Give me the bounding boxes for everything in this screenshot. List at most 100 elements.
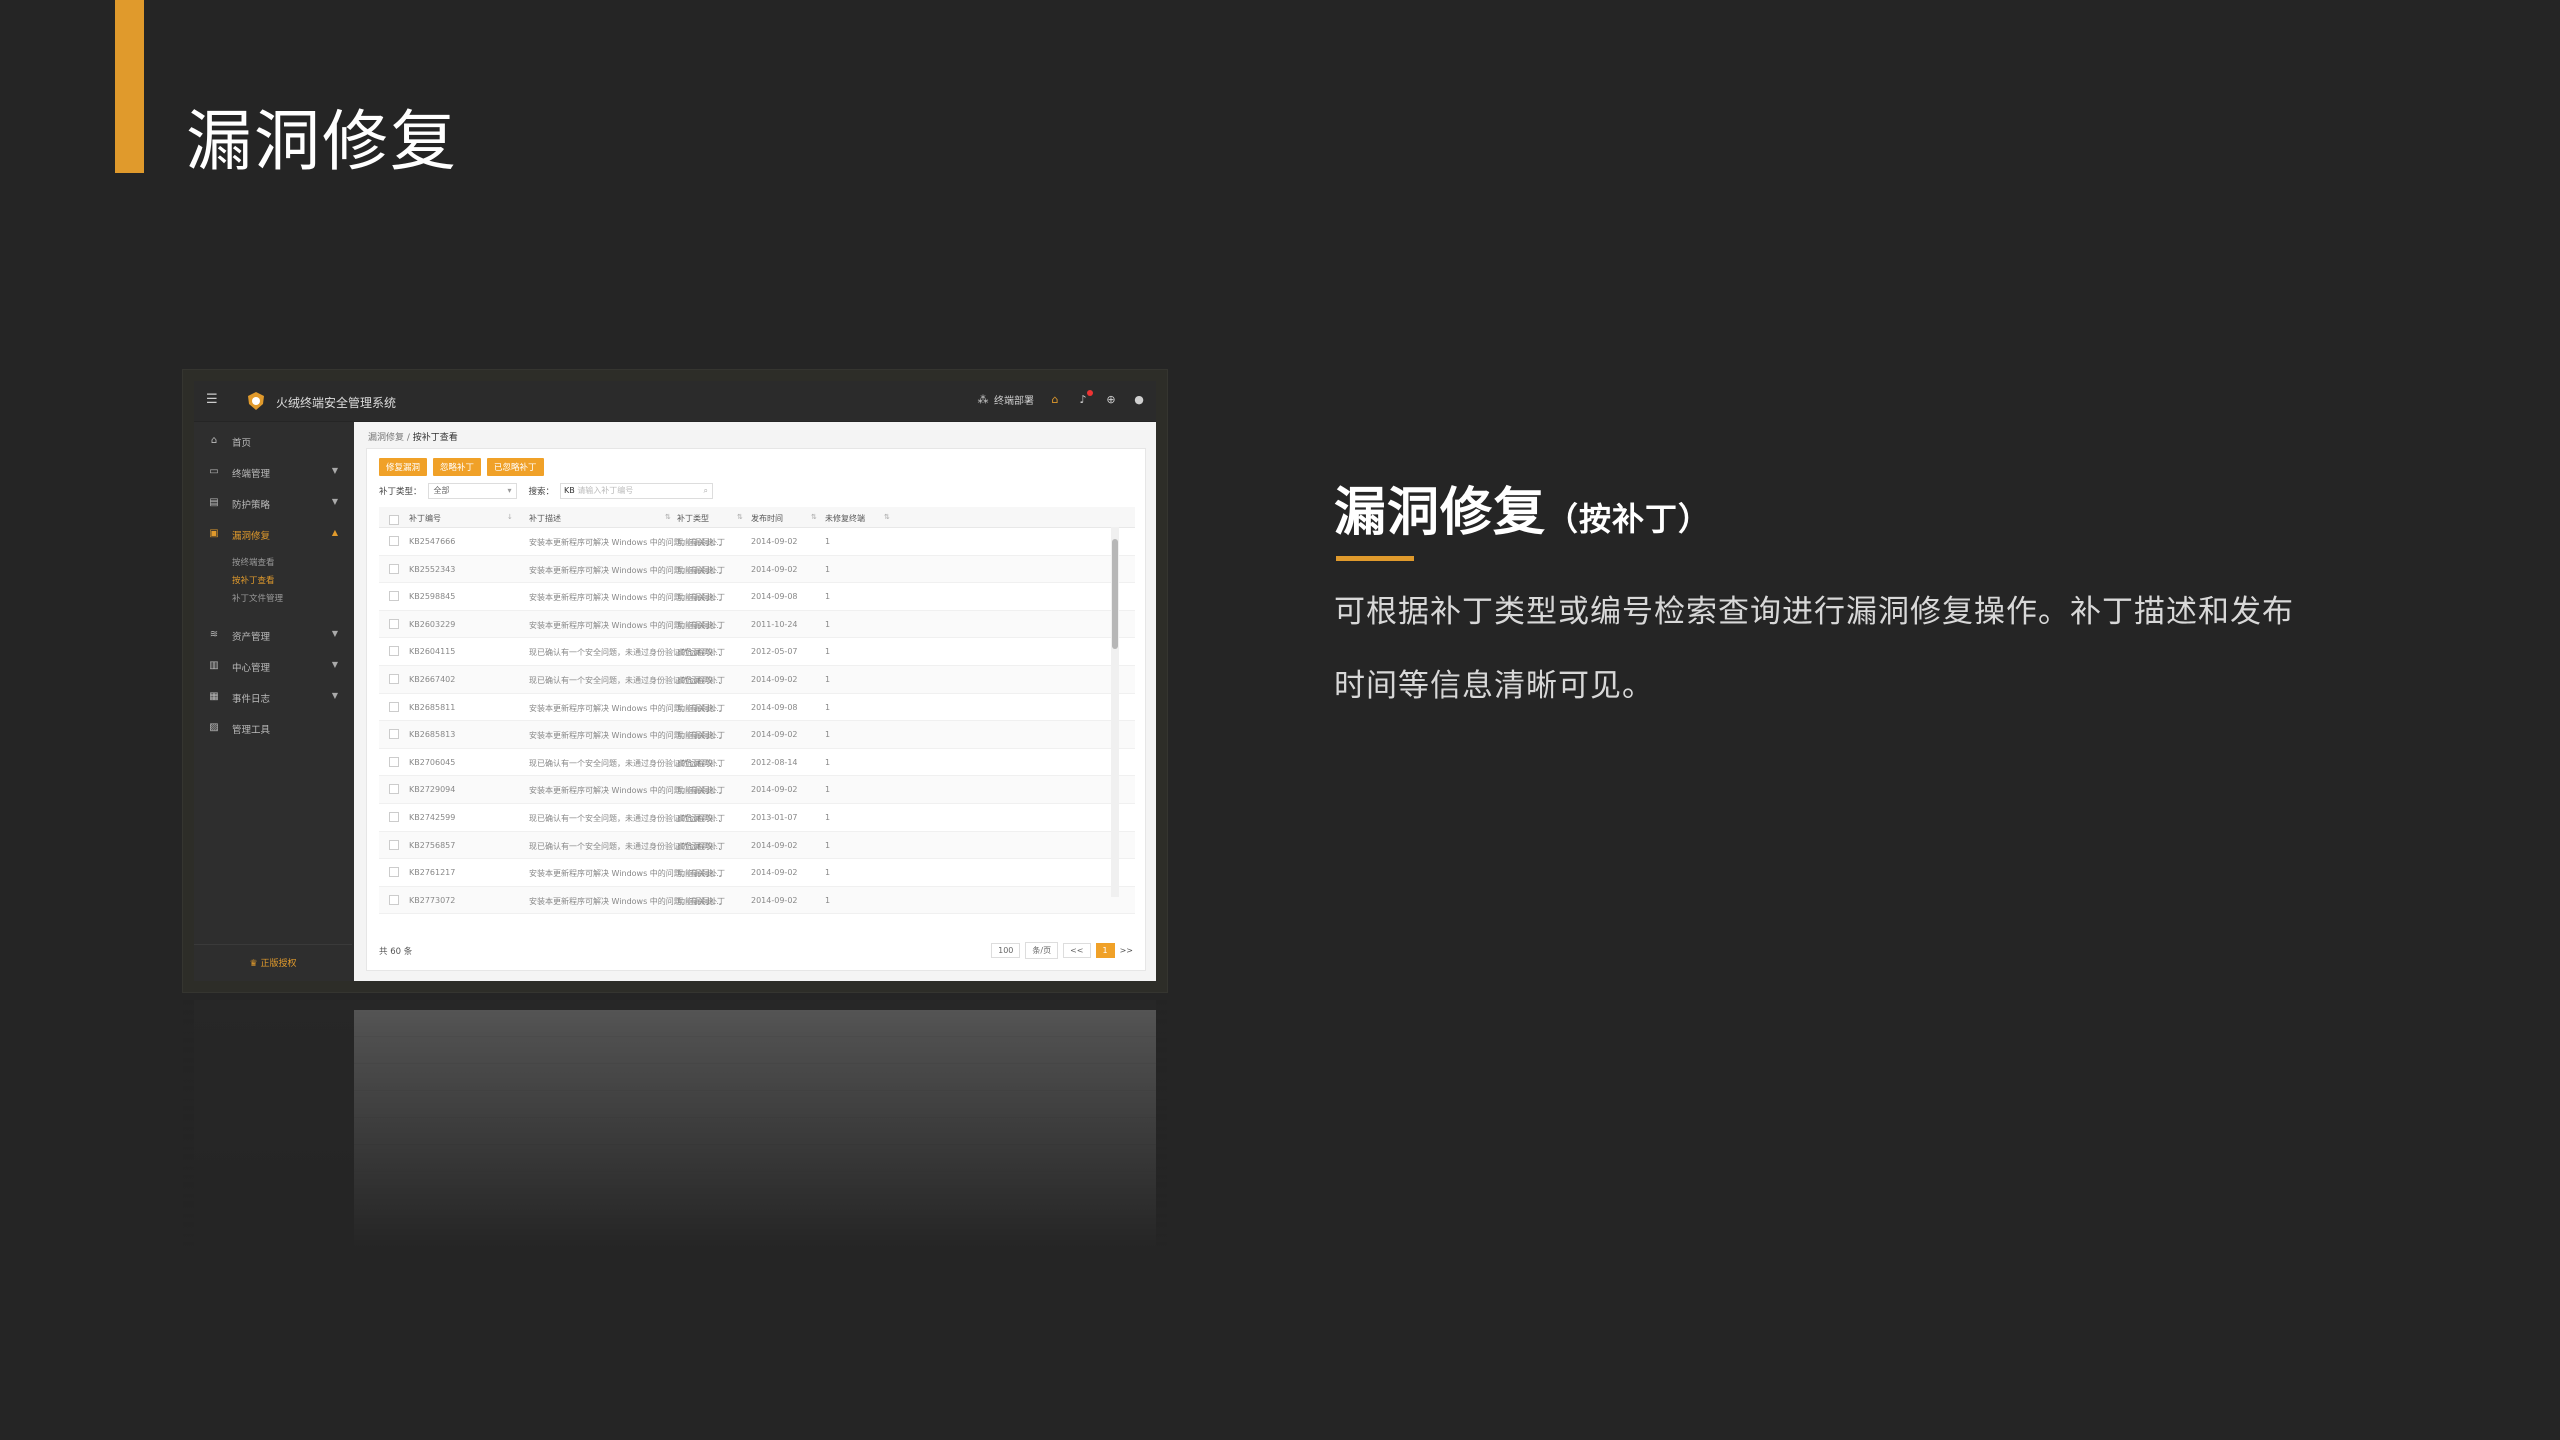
- sidebar-item-terminal[interactable]: ▭ 终端管理 ▼: [194, 461, 352, 485]
- user-icon[interactable]: ●: [1132, 393, 1146, 407]
- row-checkbox[interactable]: [389, 839, 399, 850]
- home-icon: ⌂: [210, 435, 218, 446]
- row-checkbox[interactable]: [389, 591, 399, 602]
- sidebar-item-vuln-fix[interactable]: ▣ 漏洞修复 ▲: [194, 523, 352, 547]
- sidebar-sub-patch-files[interactable]: 补丁文件管理: [232, 592, 283, 604]
- cell-patch-id: KB2603229: [409, 619, 456, 629]
- sidebar-item-policy[interactable]: ▤ 防护策略 ▼: [194, 492, 352, 516]
- top-bar: ☰ 火绒终端安全管理系统 ⁂ 终端部署 ⌂ ♪ ⊕ ●: [194, 381, 1156, 422]
- deploy-button[interactable]: ⁂ 终端部署: [976, 392, 1035, 407]
- sidebar-item-home[interactable]: ⌂ 首页: [194, 430, 352, 454]
- cell-release-date: 2014-09-02: [751, 564, 798, 574]
- search-input[interactable]: KB 请输入补丁编号 ⌕: [560, 483, 714, 499]
- table-row[interactable]: KB2667402 现已确认有一个安全问题，未通过身份验证的远程攻... 高危漏洞补…: [379, 665, 1135, 694]
- table-scrollbar[interactable]: [1111, 527, 1119, 897]
- row-checkbox[interactable]: [389, 756, 399, 767]
- cell-patch-type: 高危漏洞补丁: [677, 841, 725, 851]
- bell-icon[interactable]: ♪: [1076, 389, 1093, 407]
- sort-icon[interactable]: ⇅: [665, 513, 671, 521]
- next-page-button[interactable]: >>: [1120, 946, 1133, 955]
- per-page-select[interactable]: 条/页: [1025, 942, 1059, 959]
- cell-release-date: 2012-08-14: [751, 757, 798, 767]
- cell-patch-type: 功能漏洞补丁: [677, 538, 725, 547]
- row-checkbox[interactable]: [389, 536, 399, 546]
- table-row[interactable]: KB2552343 安装本更新程序可解决 Windows 中的问题。有关此... 功…: [379, 555, 1135, 584]
- cell-release-date: 2014-09-02: [751, 840, 798, 850]
- sort-icon[interactable]: ⇅: [884, 513, 890, 521]
- sidebar-item-logs[interactable]: ▦ 事件日志 ▼: [194, 686, 352, 710]
- slide-title: 漏洞修复: [186, 103, 458, 180]
- sidebar-item-assets[interactable]: ≋ 资产管理 ▼: [194, 624, 352, 648]
- col-release-date[interactable]: 发布时间: [751, 513, 783, 524]
- row-checkbox[interactable]: [389, 673, 399, 684]
- col-patch-type[interactable]: 补丁类型: [677, 513, 709, 524]
- sidebar-item-tools[interactable]: ▨ 管理工具: [194, 717, 352, 741]
- cell-patch-type: 功能漏洞补丁: [677, 869, 725, 879]
- sidebar-divider: [194, 944, 352, 945]
- hamburger-icon[interactable]: ☰: [206, 393, 220, 407]
- cell-patch-id: KB2598845: [409, 592, 456, 602]
- total-count: 共 60 条: [379, 947, 413, 957]
- row-checkbox[interactable]: [389, 894, 399, 905]
- table-row[interactable]: KB2729094 安装本更新程序可解决 Windows 中的问题。有关此... 功…: [379, 776, 1135, 804]
- table-row[interactable]: KB2685811 安装本更新程序可解决 Windows 中的问题。有关此... 功…: [379, 694, 1135, 722]
- cell-release-date: 2014-09-08: [751, 592, 798, 602]
- license-link[interactable]: ♛ 正版授权: [194, 956, 352, 969]
- sidebar-sub-by-terminal[interactable]: 按终端查看: [232, 556, 275, 568]
- sidebar-sub-by-patch[interactable]: 按补丁查看: [232, 574, 275, 586]
- monitor-icon: ▭: [209, 466, 219, 477]
- table-row[interactable]: KB2603229 安装本更新程序可解决 Windows 中的问题。有关此... 功…: [379, 610, 1135, 639]
- chevron-down-icon: ▼: [331, 660, 338, 669]
- row-checkbox[interactable]: [389, 646, 399, 657]
- prev-page-button[interactable]: <<: [1063, 943, 1091, 958]
- table-row[interactable]: KB2761217 安装本更新程序可解决 Windows 中的问题。有关此... 功…: [379, 859, 1135, 887]
- cell-release-date: 2014-09-08: [751, 702, 798, 712]
- col-unfixed[interactable]: 未修复终端: [825, 513, 865, 524]
- table-row[interactable]: KB2706045 现已确认有一个安全问题，未通过身份验证的远程攻... 高危漏洞补…: [379, 749, 1135, 777]
- table-row[interactable]: KB2547666 安装本更新程序可解决 Windows 中的问题。有关此... 功…: [379, 528, 1135, 556]
- col-patch-id[interactable]: 补丁编号: [409, 513, 441, 524]
- cell-patch-id: KB2552343: [409, 564, 456, 574]
- table-row[interactable]: KB2756857 现已确认有一个安全问题，未通过身份验证的远程攻... 高危漏洞补…: [379, 831, 1135, 860]
- scrollbar-thumb[interactable]: [1112, 539, 1118, 649]
- home-icon[interactable]: ⌂: [1048, 393, 1062, 407]
- row-checkbox[interactable]: [389, 784, 399, 795]
- search-icon[interactable]: ⌕: [704, 484, 708, 498]
- table-row[interactable]: KB2604115 现已确认有一个安全问题，未通过身份验证的远程攻... 高危漏洞补…: [379, 638, 1135, 666]
- sort-icon[interactable]: ⇅: [811, 513, 817, 521]
- ignored-patches-button[interactable]: 已忽略补丁: [487, 458, 544, 476]
- main-content: 漏洞修复 / 按补丁查看 修复漏洞 忽略补丁 已忽略补丁 补丁类型： 全部 搜索…: [354, 422, 1156, 981]
- cell-release-date: 2014-09-02: [751, 785, 798, 795]
- breadcrumb-parent[interactable]: 漏洞修复: [368, 433, 404, 443]
- patch-type-select[interactable]: 全部: [427, 483, 517, 499]
- cell-patch-type: 高危漏洞补丁: [677, 813, 725, 823]
- select-all-checkbox[interactable]: [389, 515, 399, 525]
- sort-icon[interactable]: ⇅: [737, 513, 743, 521]
- page-size-input[interactable]: 100: [991, 943, 1021, 958]
- row-checkbox[interactable]: [389, 811, 399, 822]
- table-row[interactable]: KB2598845 安装本更新程序可解决 Windows 中的问题。有关此... 功…: [379, 583, 1135, 611]
- sidebar-item-center[interactable]: ▥ 中心管理 ▼: [194, 655, 352, 679]
- row-checkbox[interactable]: [389, 701, 399, 712]
- table-row[interactable]: KB2773072 安装本更新程序可解决 Windows 中的问题。有关此... 功…: [379, 886, 1135, 915]
- fix-vuln-button[interactable]: 修复漏洞: [379, 458, 428, 476]
- cell-unfixed: 1: [825, 757, 831, 767]
- table-row[interactable]: KB2685813 安装本更新程序可解决 Windows 中的问题。有关此... 功…: [379, 721, 1135, 749]
- chevron-down-icon: ▼: [331, 691, 338, 700]
- page-1-button[interactable]: 1: [1095, 943, 1115, 958]
- description-heading: 漏洞修复（按补丁）: [1334, 470, 1711, 545]
- col-patch-desc[interactable]: 补丁描述: [529, 513, 561, 524]
- ignore-patch-button[interactable]: 忽略补丁: [433, 458, 482, 476]
- table-row[interactable]: KB2742599 现已确认有一个安全问题，未通过身份验证的远程攻... 高危漏洞补…: [379, 804, 1135, 832]
- row-checkbox[interactable]: [389, 618, 399, 629]
- description-heading-main: 漏洞修复: [1334, 483, 1547, 543]
- cell-release-date: 2014-09-02: [751, 537, 798, 546]
- sort-icon[interactable]: ↓: [507, 513, 513, 521]
- row-checkbox[interactable]: [389, 729, 399, 740]
- cell-patch-type: 功能漏洞补丁: [677, 703, 725, 713]
- shield-icon: ▤: [209, 497, 219, 508]
- row-checkbox[interactable]: [389, 867, 399, 878]
- globe-icon[interactable]: ⊕: [1104, 393, 1118, 407]
- search-prefix: KB: [564, 486, 575, 495]
- row-checkbox[interactable]: [389, 563, 399, 574]
